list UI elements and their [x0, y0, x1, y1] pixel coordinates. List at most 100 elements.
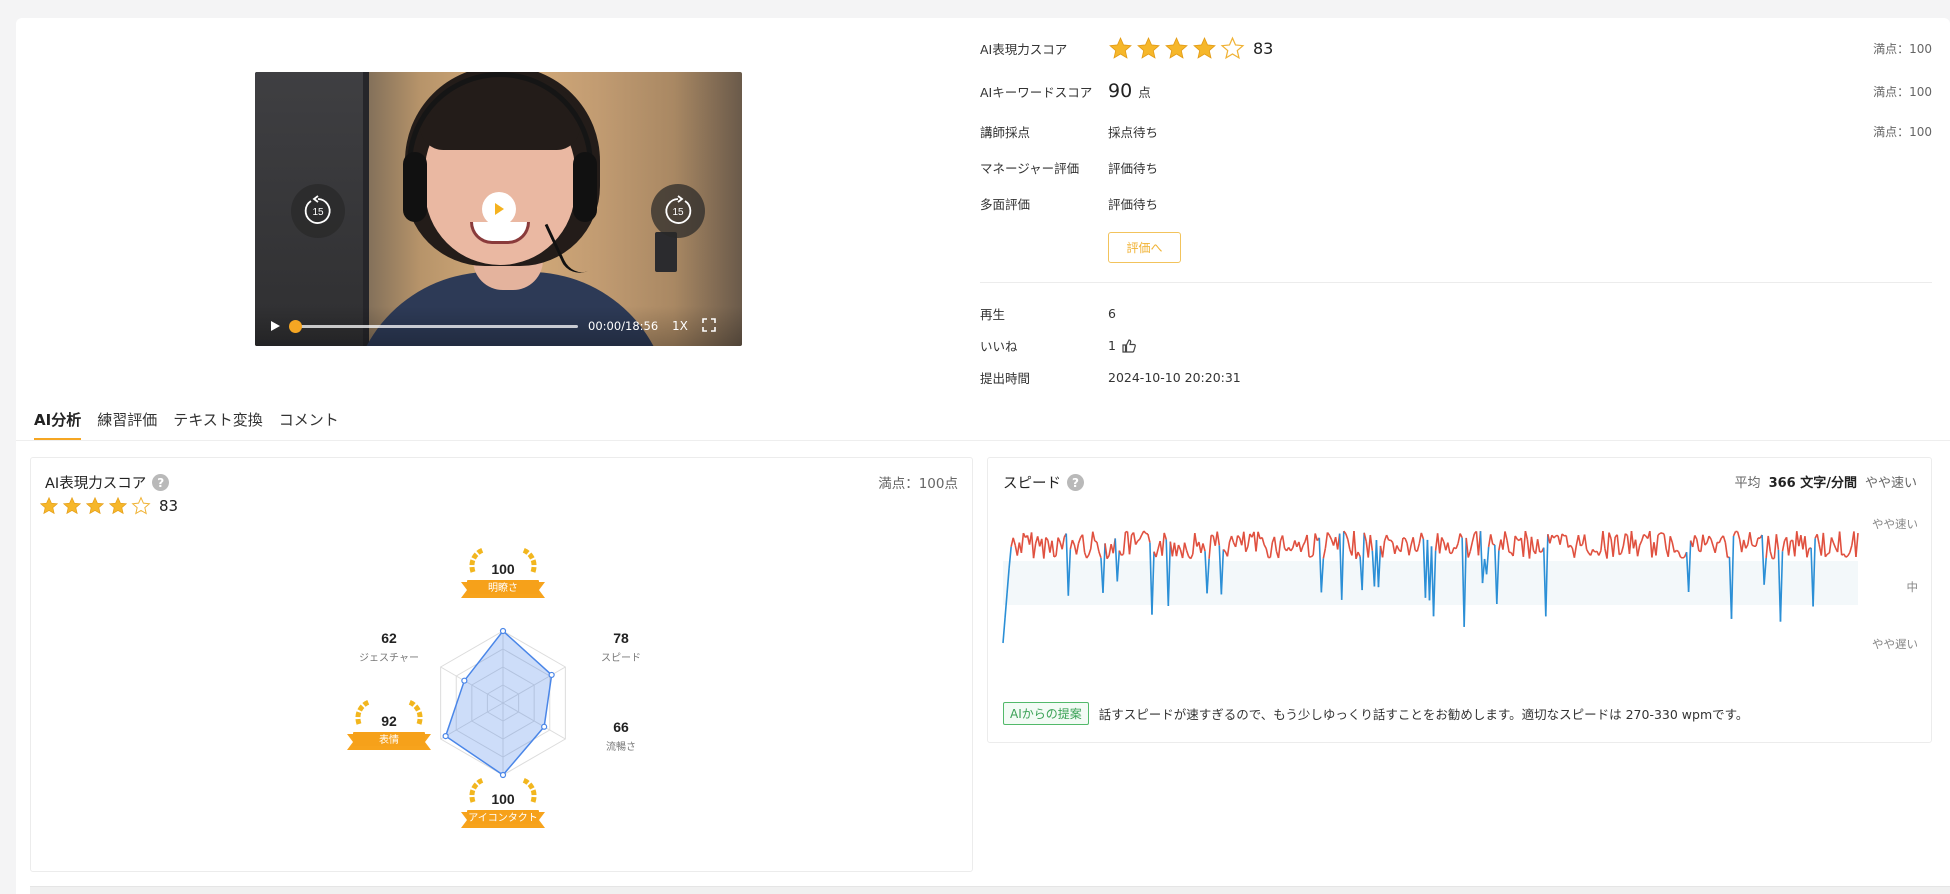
speed-line-segment [1273, 536, 1278, 552]
speed-line-segment [1161, 532, 1166, 556]
speed-line-segment [1583, 534, 1588, 550]
forward-15-button[interactable]: 15 [651, 184, 705, 238]
radar-point [499, 627, 507, 635]
speed-line-segment [1438, 537, 1443, 554]
speed-line-segment [1208, 535, 1212, 559]
speed-line-segment [1086, 554, 1090, 559]
speed-line-segment [1137, 538, 1141, 542]
speed-line-segment [1677, 551, 1682, 558]
speed-line-segment [1061, 537, 1066, 550]
tab-practice-eval[interactable]: 練習評価 [97, 409, 157, 441]
speed-line-segment [1408, 544, 1412, 556]
multi-value: 評価待ち [1108, 197, 1159, 212]
speed-line-segment [1400, 537, 1404, 552]
tab-ai-analysis[interactable]: AI分析 [34, 409, 82, 441]
play-overlay-button[interactable] [482, 192, 516, 226]
radar-value-label: 100 [491, 791, 515, 807]
speed-line-segment [1255, 531, 1259, 552]
speed-line-segment [1175, 544, 1180, 557]
speed-line-segment [1696, 539, 1700, 551]
speed-line-segment [1457, 533, 1461, 544]
speed-line-segment [1347, 539, 1351, 550]
speed-level-label: 中 [1907, 580, 1919, 594]
speed-line-segment [1649, 531, 1653, 558]
speed-line-segment [1502, 531, 1506, 550]
radar-value-label: 62 [381, 630, 397, 646]
speed-line-segment [1471, 533, 1476, 543]
progress-knob[interactable] [289, 319, 302, 333]
speed-line-segment [1827, 552, 1830, 555]
rewind-icon: 15 [304, 195, 331, 224]
star-empty-icon [1220, 36, 1245, 60]
speed-line-segment [1855, 533, 1859, 558]
speed-line-segment [1310, 554, 1314, 558]
tab-text-conversion[interactable]: テキスト変換 [173, 409, 263, 441]
speed-chart: やや速い中やや遅い [1002, 517, 1919, 651]
speed-line-segment [1412, 537, 1416, 551]
speed-line-segment [1718, 537, 1723, 544]
radar-axis-label: 明瞭さ [488, 581, 518, 594]
speed-line-segment [1736, 531, 1741, 540]
speed-line-segment [1506, 539, 1510, 553]
speed-line-segment [1706, 535, 1710, 543]
speed-line-segment [1585, 548, 1590, 554]
plays-label: 再生 [980, 307, 1006, 322]
speed-line-segment [1667, 536, 1672, 557]
fullscreen-button[interactable] [702, 318, 718, 334]
speed-line-segment [1043, 537, 1047, 559]
svg-text:15: 15 [312, 207, 324, 218]
speed-line-segment [1616, 534, 1621, 555]
ai-keyword-row: AIキーワードスコア 90 点 満点：100 [980, 80, 1932, 102]
play-button[interactable] [267, 318, 283, 334]
evaluate-button[interactable]: 評価へ [1108, 232, 1181, 263]
speed-line-segment [1512, 535, 1516, 557]
help-icon[interactable]: ? [1067, 474, 1084, 491]
speed-line-segment [1353, 531, 1357, 559]
speed-line-segment [1682, 556, 1685, 559]
ai-keyword-label: AIキーワードスコア [980, 84, 1093, 100]
speed-line-segment [1032, 543, 1037, 559]
speed-line-segment [1702, 534, 1706, 546]
speed-line-segment [1845, 555, 1849, 558]
progress-bar[interactable] [289, 319, 578, 333]
video-player[interactable]: 15 15 00:00/18:56 1X [255, 72, 742, 346]
speed-line-segment [1020, 533, 1025, 553]
speed-line-segment [1226, 541, 1231, 557]
speed-line-segment [1630, 530, 1635, 549]
speed-line-segment [1328, 535, 1333, 540]
rewind-15-button[interactable]: 15 [291, 184, 345, 238]
speed-line-segment [1663, 534, 1667, 550]
likes-label: いいね [980, 339, 1018, 354]
likes-value: 1 [1108, 338, 1116, 353]
speed-line-segment [1691, 535, 1696, 548]
full-score: 満点：100 [1873, 42, 1932, 56]
speed-line-segment [1230, 535, 1235, 543]
speed-line-segment [1838, 531, 1843, 556]
speed-line-segment [1489, 534, 1494, 545]
speed-line-segment [1394, 545, 1398, 555]
svg-text:15: 15 [672, 207, 684, 218]
speed-line-segment [1247, 533, 1251, 547]
speed-line-segment [1524, 530, 1529, 540]
fullscreen-icon [702, 318, 716, 332]
speed-line-segment [1767, 535, 1772, 552]
speed-line-segment [1094, 540, 1098, 543]
speed-line-segment [1640, 534, 1645, 542]
speed-line-segment [1030, 532, 1035, 559]
speed-line-segment [1104, 543, 1108, 559]
speed-line-segment [1281, 535, 1286, 549]
speed-line-segment [1492, 543, 1495, 546]
tab-comment[interactable]: コメント [279, 409, 339, 441]
speed-line-segment [1055, 537, 1059, 556]
radar-value-label: 100 [491, 561, 515, 577]
speed-line-segment [1522, 530, 1527, 557]
radar-value-label: 66 [613, 719, 629, 735]
speed-line-segment [1730, 535, 1735, 619]
playback-speed-button[interactable]: 1X [672, 319, 692, 333]
thumbs-up-icon[interactable] [1121, 338, 1137, 354]
speed-line-segment [1504, 531, 1508, 541]
instructor-value: 採点待ち [1108, 125, 1159, 140]
speed-line-segment [1322, 548, 1327, 559]
speed-line-segment [1755, 537, 1759, 547]
submitted-row: 提出時間 2024-10-10 20:20:31 [980, 368, 1932, 387]
